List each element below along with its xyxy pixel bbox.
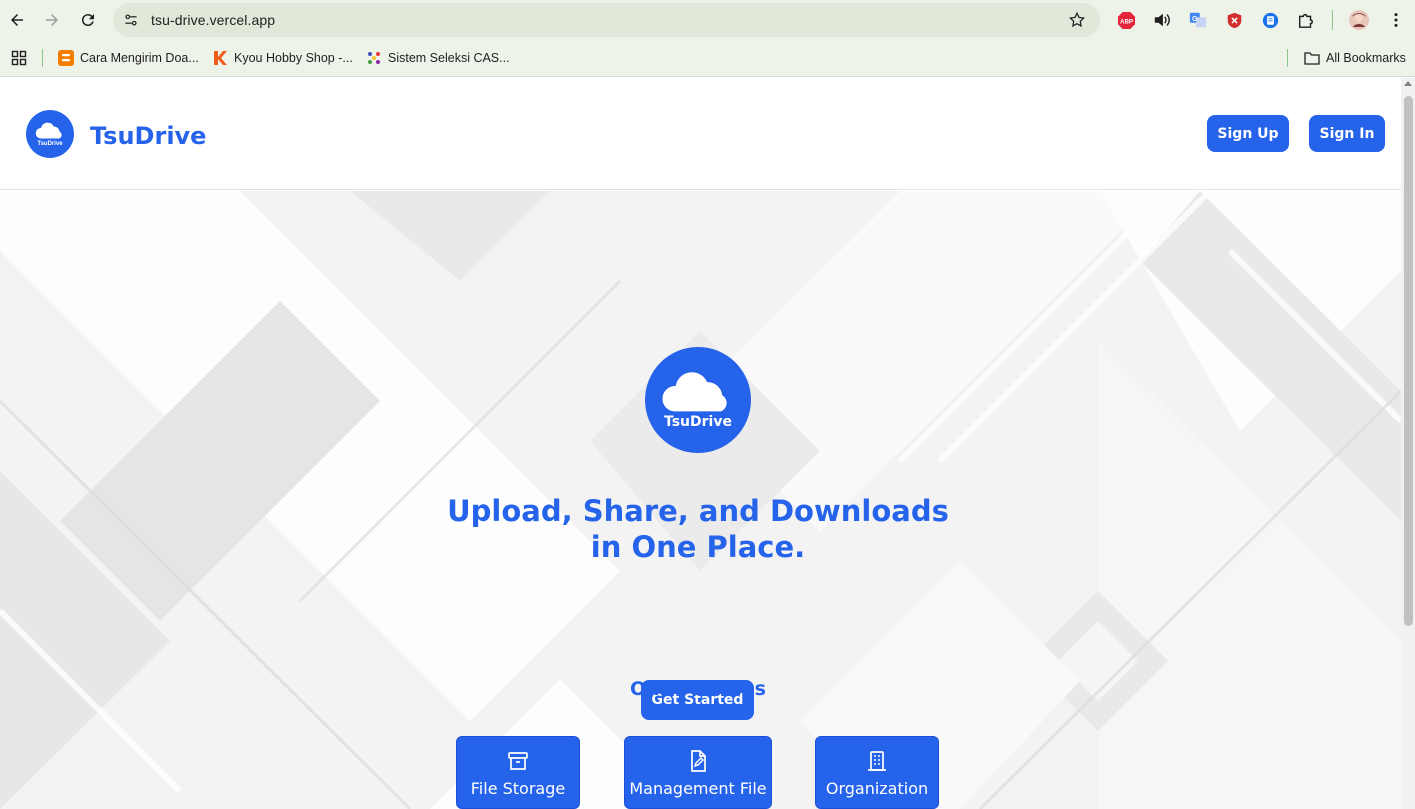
headline-line-2: in One Place. [590, 530, 806, 564]
reload-icon [81, 14, 94, 27]
sign-in-button[interactable]: Sign In [1309, 115, 1385, 152]
scrollbar-thumb[interactable] [1404, 96, 1413, 626]
service-label: Organization [825, 779, 929, 798]
bookmark-star-icon[interactable] [1068, 11, 1086, 29]
site-header: TsuDrive TsuDrive Sign Up Sign In [0, 78, 1401, 190]
all-bookmarks-button[interactable]: All Bookmarks [1304, 49, 1406, 67]
url-text[interactable]: tsu-drive.vercel.app [151, 12, 275, 28]
profile-avatar[interactable] [1349, 10, 1369, 30]
service-card-organization[interactable]: Organization [815, 736, 939, 809]
back-arrow-icon [11, 14, 23, 26]
headline-line-1: Upload, Share, and Downloads [447, 494, 949, 528]
svg-text:G: G [1192, 14, 1198, 23]
cloud-icon [35, 122, 62, 138]
hero-logo: TsuDrive [645, 347, 751, 453]
apps-grid-icon[interactable] [11, 49, 27, 67]
page-viewport: TsuDrive TsuDrive Sign Up Sign In TsuDri… [0, 78, 1401, 809]
bookmark-item[interactable]: Sistem Seleksi CAS... [366, 49, 510, 67]
docs-extension-icon[interactable] [1260, 10, 1280, 30]
archive-box-icon [505, 748, 531, 774]
bookmark-label: Sistem Seleksi CAS... [388, 51, 510, 65]
bookmark-item[interactable]: Kyou Hobby Shop -... [212, 49, 353, 67]
service-card-management-file[interactable]: Management File [624, 736, 772, 809]
folder-icon [1304, 50, 1320, 66]
hero-headline: Upload, Share, and Downloads in One Plac… [400, 493, 996, 565]
service-card-file-storage[interactable]: File Storage [456, 736, 580, 809]
bookmarks-separator [42, 49, 43, 67]
header-logo[interactable]: TsuDrive [26, 110, 74, 158]
kyou-icon [212, 50, 228, 66]
adblock-plus-icon[interactable]: ABP [1116, 10, 1136, 30]
hero-section: TsuDrive Upload, Share, and Downloads in… [0, 191, 1401, 809]
all-bookmarks-label: All Bookmarks [1326, 51, 1406, 65]
service-label: File Storage [470, 779, 566, 798]
header-logo-text: TsuDrive [37, 140, 63, 147]
puzzle-icon[interactable] [1296, 10, 1316, 30]
bookmark-label: Kyou Hobby Shop -... [234, 51, 353, 65]
hero-logo-text: TsuDrive [664, 414, 732, 430]
bookmarks-separator [1287, 49, 1288, 67]
svg-text:ABP: ABP [1120, 18, 1133, 25]
services-title: Our Services [630, 678, 766, 700]
reload-button[interactable] [76, 8, 100, 32]
building-icon [864, 748, 890, 774]
bookmark-label: Cara Mengirim Doa... [80, 51, 199, 65]
menu-icon[interactable] [1386, 10, 1406, 30]
site-settings-icon[interactable] [121, 10, 141, 30]
bookmarks-bar: Cara Mengirim Doa... Kyou Hobby Shop -..… [0, 40, 1415, 77]
back-button[interactable] [5, 8, 29, 32]
seleksi-icon [366, 50, 382, 66]
browser-toolbar: tsu-drive.vercel.app ABP G [0, 0, 1415, 40]
forward-arrow-icon [46, 14, 58, 26]
bookmark-item[interactable]: Cara Mengirim Doa... [58, 49, 199, 67]
blogger-icon [58, 50, 74, 66]
translate-icon[interactable]: G [1188, 10, 1208, 30]
page-scrollbar[interactable] [1401, 78, 1415, 809]
document-edit-icon [685, 748, 711, 774]
toolbar-divider [1332, 10, 1333, 30]
address-bar[interactable]: tsu-drive.vercel.app [113, 3, 1100, 37]
brand-name[interactable]: TsuDrive [90, 122, 206, 150]
shield-extension-icon[interactable] [1224, 10, 1244, 30]
service-label: Management File [629, 779, 767, 798]
sign-up-button[interactable]: Sign Up [1207, 115, 1289, 152]
cloud-icon [661, 371, 728, 413]
scroll-up-arrow-icon[interactable] [1404, 81, 1412, 86]
forward-button[interactable] [40, 8, 64, 32]
sound-icon[interactable] [1152, 10, 1172, 30]
